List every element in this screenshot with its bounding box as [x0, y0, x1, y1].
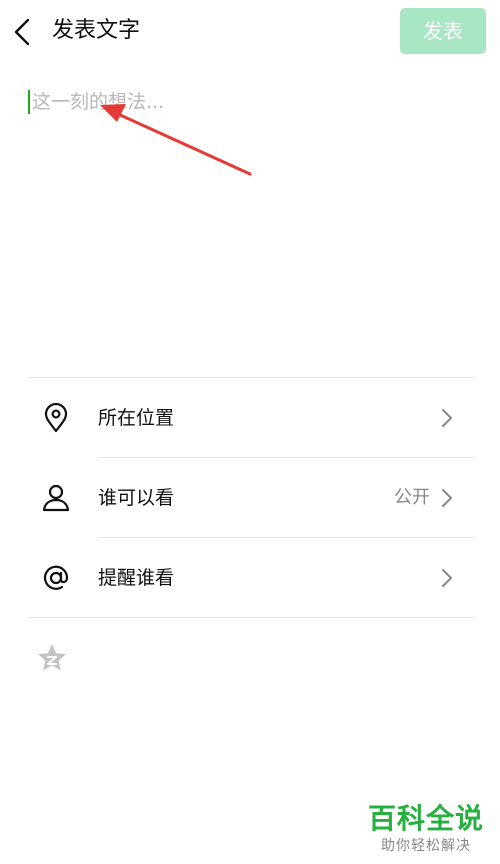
text-cursor [28, 90, 30, 114]
location-row[interactable]: 所在位置 [28, 378, 468, 458]
watermark-subtitle: 助你轻松解决 [381, 838, 471, 854]
location-pin-icon [44, 402, 68, 433]
publish-button[interactable]: 发表 [400, 8, 486, 54]
star-emblem-icon[interactable] [36, 642, 68, 674]
visibility-value: 公开 [394, 487, 430, 508]
back-button[interactable] [8, 14, 38, 50]
back-arrow-icon [14, 18, 30, 46]
visibility-label: 谁可以看 [98, 487, 175, 509]
watermark-title: 百科全说 [367, 802, 484, 835]
location-label: 所在位置 [98, 407, 175, 429]
at-sign-icon [43, 565, 69, 590]
mention-row[interactable]: 提醒谁看 [28, 538, 468, 618]
chevron-right-icon [442, 489, 452, 507]
chevron-right-icon [442, 409, 452, 427]
compose-placeholder: 这一刻的想法... [32, 91, 165, 113]
compose-text-area[interactable]: 这一刻的想法... [28, 88, 468, 338]
visibility-row[interactable]: 谁可以看 公开 [28, 458, 468, 538]
mention-label: 提醒谁看 [98, 567, 175, 589]
chevron-right-icon [442, 569, 452, 587]
watermark-logo: 百科全说 助你轻松解决 [366, 802, 486, 856]
divider [28, 617, 474, 618]
person-icon [42, 484, 70, 512]
page-title: 发表文字 [52, 18, 141, 43]
title-bar: 发表文字 发表 [0, 0, 500, 64]
